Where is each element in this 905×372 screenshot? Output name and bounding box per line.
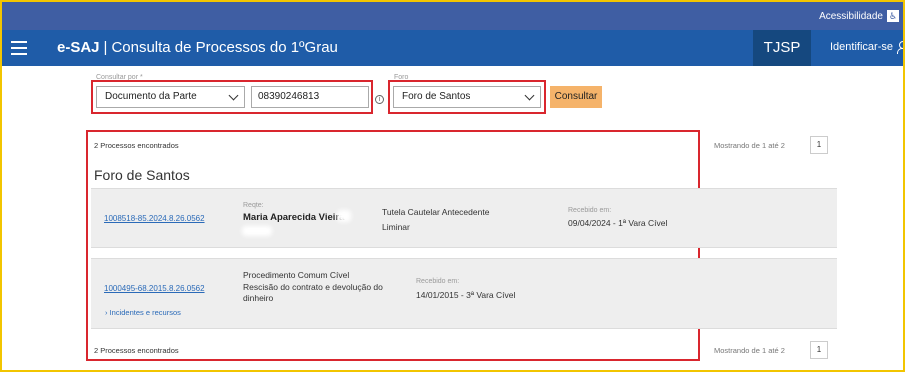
document-input[interactable]: 08390246813 [251,86,369,108]
process-number-link[interactable]: 1000495-68.2015.8.26.0562 [104,284,205,293]
pagination-summary-bottom: Mostrando de 1 até 2 [714,346,785,355]
court-badge[interactable]: TJSP [753,30,811,66]
consultar-button[interactable]: Consultar [550,86,602,108]
recebido-label: Recebido em: [416,278,460,285]
parte-nome: Maria Aparecida Vieira [243,212,345,223]
app-header: e-SAJ | Consulta de Processos do 1ºGrau TJ… [2,30,903,66]
page-title: e-SAJ | Consulta de Processos do 1ºGrau [57,39,338,56]
login-label[interactable]: Identificar-se [830,41,893,53]
assunto: Rescisão do contrato e devolução do dinh… [243,282,383,303]
user-icon[interactable] [896,41,903,54]
page-button-top[interactable]: 1 [810,136,828,154]
parte-label: Reqte: [243,202,264,209]
chevron-right-icon[interactable]: › [105,308,108,317]
page-frame: Acessibilidade ♿ e-SAJ | Consulta de Proce… [0,0,905,372]
info-icon[interactable]: i [375,95,384,104]
login-link[interactable]: Identificar-se [830,41,903,54]
top-utility-bar: Acessibilidade ♿ [2,2,903,30]
brand-name: e-SAJ [57,39,100,56]
foro-select[interactable]: Foro de Santos [393,86,541,108]
results-count-bottom: 2 Processos encontrados [94,346,179,355]
classe-processual: Tutela Cautelar Antecedente [382,207,490,217]
process-number-link[interactable]: 1008518-85.2024.8.26.0562 [104,214,205,223]
foro-group-title: Foro de Santos [94,167,190,183]
recebido-label: Recebido em: [568,207,612,214]
chevron-down-icon [524,90,535,101]
page-button-bottom[interactable]: 1 [810,341,828,359]
foro-select-value: Foro de Santos [402,91,471,102]
consultar-por-select[interactable]: Documento da Parte [96,86,245,108]
incidentes-label[interactable]: Incidentes e recursos [110,308,181,317]
classe-processual: Procedimento Comum Cível [243,270,350,280]
page-title-text: Consulta de Processos do 1ºGrau [111,39,338,56]
accessibility-label[interactable]: Acessibilidade [819,11,883,22]
redaction-mark [242,226,272,236]
chevron-down-icon [228,90,239,101]
pagination-summary-top: Mostrando de 1 até 2 [714,141,785,150]
incidentes-toggle[interactable]: › Incidentes e recursos [105,308,181,317]
consultar-por-value: Documento da Parte [105,91,197,102]
accessibility-icon[interactable]: ♿ [887,10,899,22]
recebido-valor: 14/01/2015 - 3ª Vara Cível [416,290,516,300]
accessibility-link[interactable]: Acessibilidade ♿ [819,10,899,22]
redaction-mark [337,210,351,222]
assunto: Liminar [382,222,410,232]
results-count-top: 2 Processos encontrados [94,141,179,150]
recebido-valor: 09/04/2024 - 1ª Vara Cível [568,218,668,228]
hamburger-menu-icon[interactable] [11,41,27,55]
